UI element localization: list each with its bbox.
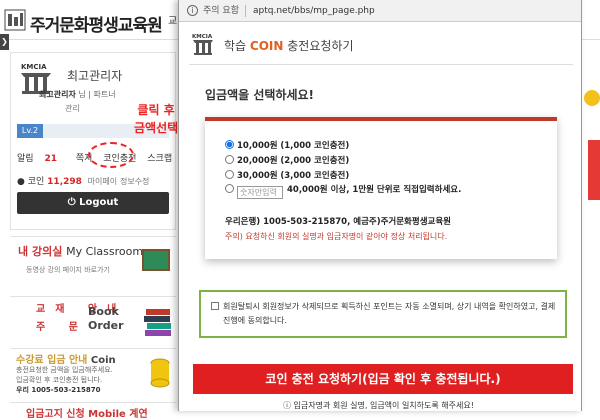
right-edge-banner[interactable]: [588, 140, 600, 200]
footer-note-text: 입금자명과 회원 실명, 입금액이 일치하도록 해주세요!: [293, 401, 474, 410]
coin-info-box[interactable]: 수강료 입금 안내 Coin 충전요청한 금액을 입금해주세요. 입금확인 후 …: [10, 348, 176, 400]
profile-sub-bold: 최고관리자: [39, 90, 76, 99]
info-icon: ⓘ: [283, 401, 291, 410]
annotation-line2: 금액선택: [134, 121, 179, 135]
book-right-line1: Book: [88, 305, 119, 318]
popup-title-suffix: 충전요청하기: [287, 39, 354, 53]
coin-charge-submit-button[interactable]: 코인 충전 요청하기(입금 확인 후 충전됩니다.): [193, 364, 573, 394]
amount-desc-2: (2,000 코인충전): [280, 156, 350, 166]
annotation-callout: 클릭 후 금액선택: [134, 101, 178, 137]
custom-amount-desc: 40,000원 이상, 1만원 단위로 직접입력하세요.: [287, 185, 462, 195]
coin-info-desc: 충전요청한 금액을 입금해주세요. 입금확인 후 코인충전 됩니다. 우리 10…: [16, 365, 113, 395]
amount-panel: 10,000원 (1,000 코인충전) 20,000원 (2,000 코인충전…: [205, 117, 557, 259]
svg-text:KMCIA: KMCIA: [192, 34, 213, 40]
amount-radio-3[interactable]: [225, 170, 234, 179]
amount-desc-1: (1,000 코인충전): [280, 141, 350, 151]
footer-note: ⓘ 입금자명과 회원 실명, 입금액이 일치하도록 해주세요!: [283, 400, 474, 411]
edit-profile-link[interactable]: 정보수정: [120, 177, 149, 186]
coin-desc-line2: 입금확인 후 코인충전 됩니다.: [16, 376, 103, 384]
popup-title: 학습 COIN 충전요청하기: [224, 37, 354, 54]
book-right-label: Book Order: [88, 305, 124, 333]
kmcia-logo-icon: KMCIA: [192, 34, 213, 55]
custom-amount-input[interactable]: 숫자만입력: [237, 186, 283, 199]
agreement-text[interactable]: 회원탈퇴시 회원정보가 삭제되므로 획득하신 포인트는 자동 소멸되며, 상기 …: [223, 300, 559, 328]
classroom-title: 내 강의실 My Classroom: [18, 243, 143, 259]
amount-radio-2[interactable]: [225, 155, 234, 164]
classroom-title-kr: 내 강의실: [18, 245, 63, 258]
alarm-link[interactable]: 알림 21: [17, 154, 65, 164]
level-badge: Lv.2: [17, 124, 43, 138]
profile-sub-rest: 님 | 파트너: [78, 90, 116, 99]
amount-desc-3: (3,000 코인충전): [280, 171, 350, 181]
coin-desc-account: 우리 1005-503-215870: [16, 386, 101, 394]
books-icon: [144, 309, 171, 336]
classroom-title-en: My Classroom: [66, 245, 144, 258]
chalkboard-icon: [142, 249, 170, 271]
coin-value: 11,298: [47, 177, 82, 187]
amount-heading: 입금액을 선택하세요!: [205, 88, 315, 102]
annotation-line1: 클릭 후: [137, 103, 175, 117]
logout-label: Logout: [79, 197, 119, 208]
logout-button[interactable]: ⏻ Logout: [17, 192, 169, 214]
scrap-link[interactable]: 스크랩: [147, 154, 172, 164]
bank-account-info: 우리은행) 1005-503-215870, 예금주)주거문화평생교육원: [225, 217, 451, 227]
power-icon: ⏻: [67, 197, 76, 208]
profile-box: KMCIA 최고관리자 최고관리자 님 | 파트너 관리 Lv.2 알림 21 …: [10, 52, 176, 230]
classroom-sub: 등영상 강의 페이지 바로가기: [26, 266, 110, 274]
amount-radio-custom[interactable]: [225, 184, 234, 193]
site-logo-icon[interactable]: [4, 8, 26, 32]
amount-value-1: 10,000원: [237, 141, 278, 151]
gnb-menu-fragment[interactable]: 교: [168, 12, 177, 27]
security-label[interactable]: 주의 요함: [203, 0, 239, 22]
address-separator: [245, 5, 246, 17]
amount-option-2[interactable]: 20,000원 (2,000 코인충전): [225, 154, 349, 166]
profile-sub-line2[interactable]: 관리: [65, 103, 80, 114]
profile-sub-line: 최고관리자 님 | 파트너: [39, 89, 116, 100]
book-right-line2: Order: [88, 319, 124, 332]
bottom-box-title: 입금고지 신청 Mobile 계연: [26, 409, 148, 420]
popup-title-prefix: 학습: [224, 39, 247, 53]
coin-icon: ●: [17, 177, 25, 187]
popup-divider: [189, 64, 573, 65]
coin-row: ● 코인 11,298 마이페이 정보수정: [17, 174, 177, 187]
site-title[interactable]: 주거문화평생교육원: [30, 11, 163, 36]
amount-radio-1[interactable]: [225, 140, 234, 149]
share-icon[interactable]: ❯: [0, 34, 9, 50]
amount-option-1[interactable]: 10,000원 (1,000 코인충전): [225, 139, 349, 151]
highlight-circle: [88, 142, 134, 168]
info-icon[interactable]: i: [187, 5, 198, 16]
admin-name: 최고관리자: [67, 69, 123, 83]
coins-stack-icon: [150, 358, 170, 388]
right-edge-badge-icon: [584, 90, 600, 106]
svg-text:KMCIA: KMCIA: [21, 63, 47, 71]
alarm-count: 21: [44, 154, 57, 164]
coin-charge-popup: i 주의 요함 aptq.net/bbs/mp_page.php KMCIA 학…: [178, 0, 582, 411]
bottom-box[interactable]: 입금고지 신청 Mobile 계연: [10, 402, 176, 420]
popup-address-bar[interactable]: i 주의 요함 aptq.net/bbs/mp_page.php: [179, 0, 581, 22]
agree-checkbox[interactable]: [211, 302, 219, 310]
coin-info-title: 수강료 입금 안내 Coin: [16, 351, 116, 366]
coin-label: 코인: [27, 177, 45, 187]
coin-desc-line3: 우리 1005-503-215870: [16, 385, 113, 395]
amount-value-3: 30,000원: [237, 171, 278, 181]
amount-option-custom[interactable]: 숫자만입력 40,000원 이상, 1만원 단위로 직접입력하세요.: [225, 183, 461, 199]
agreement-box: 회원탈퇴시 회원정보가 삭제되므로 획득하신 포인트는 자동 소멸되며, 상기 …: [199, 290, 567, 338]
amount-value-2: 20,000원: [237, 156, 278, 166]
mypage-link[interactable]: 마이페이: [88, 177, 117, 186]
book-order-box[interactable]: 교재 안내 주 문 Book Order: [10, 296, 176, 346]
coin-desc-line1: 충전요청한 금액을 입금해주세요.: [16, 366, 113, 374]
name-match-notice: 주의) 요청하신 회원의 실명과 입금자명이 같아야 정상 처리됩니다.: [225, 232, 448, 241]
popup-url[interactable]: aptq.net/bbs/mp_page.php: [253, 0, 375, 22]
classroom-box[interactable]: 내 강의실 My Classroom 등영상 강의 페이지 바로가기: [10, 236, 176, 292]
popup-title-coin: COIN: [249, 39, 284, 53]
amount-option-3[interactable]: 30,000원 (3,000 코인충전): [225, 169, 349, 181]
alarm-label: 알림: [17, 154, 34, 164]
